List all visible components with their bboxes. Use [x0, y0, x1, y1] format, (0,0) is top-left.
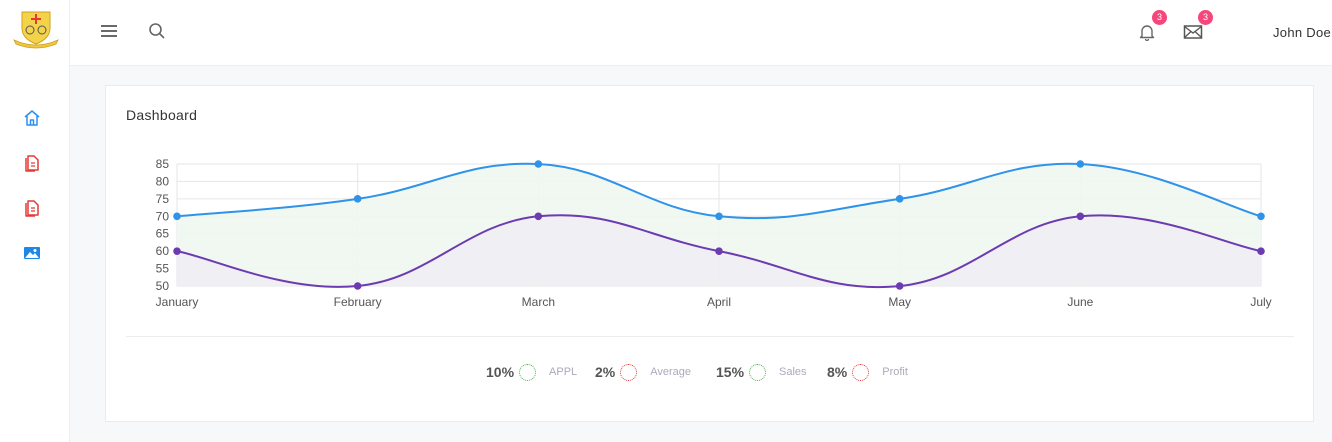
legend-ring [749, 363, 767, 381]
data-point [534, 212, 543, 221]
data-point [895, 282, 904, 290]
legend-label: Average [650, 366, 692, 378]
y-tick-label: 65 [156, 227, 170, 241]
x-tick-label: July [1250, 295, 1271, 309]
y-tick-label: 60 [156, 244, 170, 258]
data-point [534, 160, 543, 168]
menu-icon[interactable] [97, 19, 121, 43]
x-tick-label: January [156, 295, 199, 309]
line-chart: 85 80 75 70 65 60 55 50 January February March Apri… [156, 157, 1272, 309]
data-point [895, 195, 904, 203]
data-point [1076, 212, 1085, 221]
legend-item-average: 2% Average [595, 361, 691, 383]
app-logo[interactable] [10, 6, 62, 50]
document-icon[interactable] [20, 196, 44, 220]
y-tick-label: 75 [156, 192, 170, 206]
message-badge: 3 [1198, 10, 1213, 25]
data-point [353, 282, 362, 290]
data-point [173, 247, 181, 255]
data-point [173, 212, 181, 221]
x-tick-label: May [888, 295, 911, 309]
search-icon[interactable] [145, 19, 169, 43]
y-tick-label: 80 [156, 174, 170, 188]
legend-item-appl: 10% APPL [486, 361, 577, 383]
legend-ring [519, 363, 537, 381]
legend-item-sales: 15% Sales [716, 361, 807, 383]
home-icon[interactable] [20, 106, 44, 130]
legend-label: Sales [779, 366, 807, 378]
y-tick-label: 85 [156, 157, 170, 171]
x-tick-label: June [1067, 295, 1093, 309]
data-point [1257, 247, 1265, 255]
document-icon[interactable] [20, 151, 44, 175]
data-point [1076, 160, 1085, 168]
y-tick-label: 50 [156, 279, 170, 293]
chart-legend: 10% APPL 2% Average 15% Sales 8% Profit [106, 361, 1315, 383]
dashboard-card: Dashboard 85 80 75 70 65 60 55 50 January Februar… [105, 85, 1314, 422]
data-point [353, 195, 362, 203]
x-tick-label: February [334, 295, 382, 309]
divider [126, 336, 1294, 337]
y-tick-label: 55 [156, 262, 170, 276]
image-icon[interactable] [20, 241, 44, 265]
user-name[interactable]: John Doe [1273, 25, 1331, 40]
envelope-icon[interactable]: 3 [1181, 10, 1213, 44]
legend-label: Profit [882, 366, 908, 378]
legend-item-profit: 8% Profit [827, 361, 908, 383]
legend-percent: 10% [486, 364, 515, 380]
sidebar [0, 0, 70, 442]
bell-icon[interactable]: 3 [1135, 10, 1167, 44]
y-tick-label: 70 [156, 209, 170, 223]
x-tick-label: March [522, 295, 555, 309]
data-point [715, 212, 723, 221]
data-point [715, 247, 723, 255]
legend-label: APPL [549, 366, 578, 378]
notification-badge: 3 [1152, 10, 1167, 25]
legend-percent: 8% [827, 364, 848, 380]
legend-percent: 15% [716, 364, 745, 380]
top-bar: 3 3 John Doe [70, 0, 1332, 66]
legend-ring [620, 363, 638, 381]
legend-ring [852, 363, 870, 381]
data-point [1257, 212, 1265, 221]
legend-percent: 2% [595, 364, 616, 380]
x-tick-label: April [707, 295, 731, 309]
